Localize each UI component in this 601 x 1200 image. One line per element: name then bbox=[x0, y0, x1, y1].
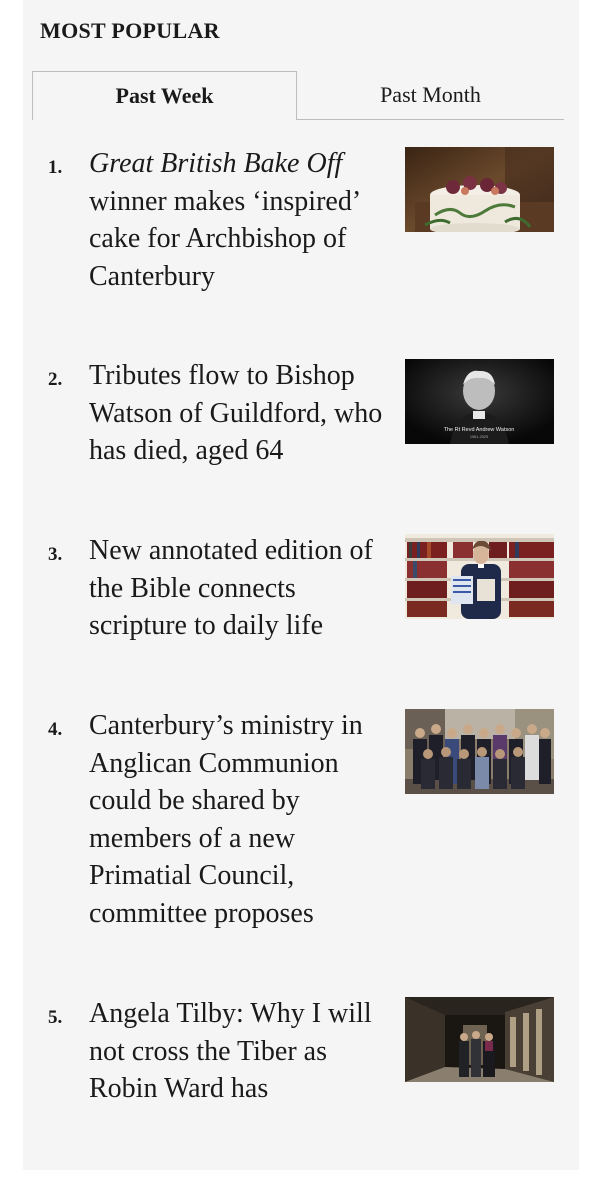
article-title-link[interactable]: New annotated edition of the Bible conne… bbox=[89, 532, 389, 645]
article-title-link[interactable]: Canterbury’s ministry in Anglican Commun… bbox=[89, 707, 389, 933]
bible-library-photo[interactable] bbox=[405, 534, 554, 619]
tab-past-week[interactable]: Past Week bbox=[32, 71, 297, 120]
article-rank: 1. bbox=[48, 157, 63, 178]
article-rank: 2. bbox=[48, 369, 63, 390]
article-title-link[interactable]: Tributes flow to Bishop Watson of Guildf… bbox=[89, 357, 389, 470]
group-photo[interactable] bbox=[405, 709, 554, 794]
portrait-subcaption: 1961-2025 bbox=[470, 435, 488, 439]
corridor-photo[interactable] bbox=[405, 997, 554, 1082]
article-title-link[interactable]: Great British Bake Off winner makes ‘ins… bbox=[89, 145, 389, 295]
article-rank: 5. bbox=[48, 1007, 63, 1028]
bishop-portrait[interactable]: The Rt Revd Andrew Watson 1961-2025 bbox=[405, 359, 554, 444]
article-rank: 4. bbox=[48, 719, 63, 740]
section-heading: MOST POPULAR bbox=[40, 18, 220, 43]
most-popular-panel: MOST POPULAR Past Week Past Month 1. Gre… bbox=[23, 0, 579, 1170]
tab-past-month[interactable]: Past Month bbox=[297, 71, 564, 119]
cake-photo[interactable] bbox=[405, 147, 554, 232]
article-rank: 3. bbox=[48, 544, 63, 565]
article-title-italic: Great British Bake Off bbox=[89, 148, 343, 179]
portrait-caption: The Rt Revd Andrew Watson bbox=[444, 427, 515, 433]
tab-bar: Past Week Past Month bbox=[32, 71, 564, 120]
article-title-text: winner makes ‘inspired’ cake for Archbis… bbox=[89, 185, 360, 292]
article-title-link[interactable]: Angela Tilby: Why I will not cross the T… bbox=[89, 995, 389, 1108]
